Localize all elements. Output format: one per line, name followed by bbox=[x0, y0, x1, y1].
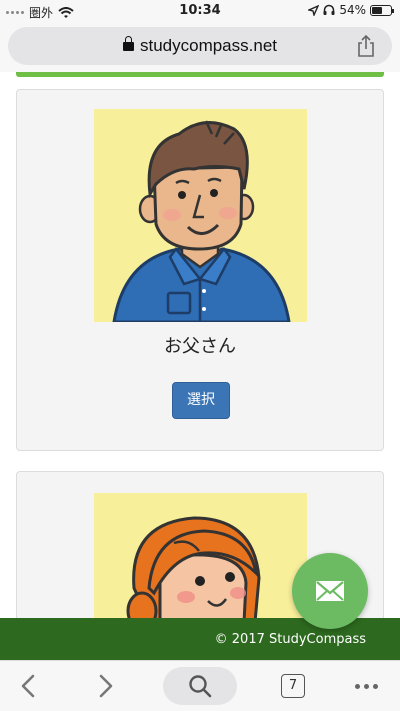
search-button[interactable] bbox=[163, 667, 237, 705]
back-button[interactable] bbox=[8, 661, 48, 711]
character-card: お父さん 選択 bbox=[16, 89, 384, 451]
address-content[interactable]: studycompass.net bbox=[8, 36, 392, 56]
tab-count: 7 bbox=[281, 674, 305, 698]
select-button[interactable]: 選択 bbox=[172, 382, 230, 419]
father-illustration bbox=[112, 120, 291, 322]
girl-illustration bbox=[126, 516, 261, 618]
mail-button[interactable] bbox=[292, 553, 368, 629]
url-text: studycompass.net bbox=[139, 36, 277, 55]
back-icon bbox=[21, 674, 35, 698]
more-button[interactable] bbox=[346, 661, 386, 711]
father-avatar bbox=[94, 109, 307, 322]
green-accent-bar bbox=[16, 72, 384, 77]
lock-icon bbox=[122, 36, 134, 51]
location-icon bbox=[308, 4, 320, 16]
more-icon bbox=[354, 683, 378, 689]
address-bar[interactable]: studycompass.net bbox=[8, 27, 392, 65]
search-icon bbox=[189, 675, 212, 698]
girl-avatar bbox=[94, 493, 307, 618]
battery-percent: 54% bbox=[339, 3, 366, 17]
battery-level bbox=[372, 6, 382, 14]
copyright-text: © 2017 StudyCompass bbox=[214, 632, 366, 647]
share-icon[interactable] bbox=[356, 34, 376, 58]
status-right: 54% bbox=[308, 3, 394, 17]
battery-icon bbox=[370, 4, 394, 16]
forward-icon bbox=[99, 674, 113, 698]
tabs-button[interactable]: 7 bbox=[278, 661, 308, 711]
character-name: お父さん bbox=[164, 336, 236, 357]
status-bar: 圏外 10:34 54% bbox=[0, 0, 400, 22]
browser-address-area: studycompass.net bbox=[0, 22, 400, 72]
browser-toolbar: 7 bbox=[0, 660, 400, 711]
page-content: お父さん 選択 bbox=[0, 72, 400, 618]
forward-button[interactable] bbox=[86, 661, 126, 711]
mail-icon bbox=[316, 581, 344, 601]
headphones-icon bbox=[323, 4, 335, 15]
